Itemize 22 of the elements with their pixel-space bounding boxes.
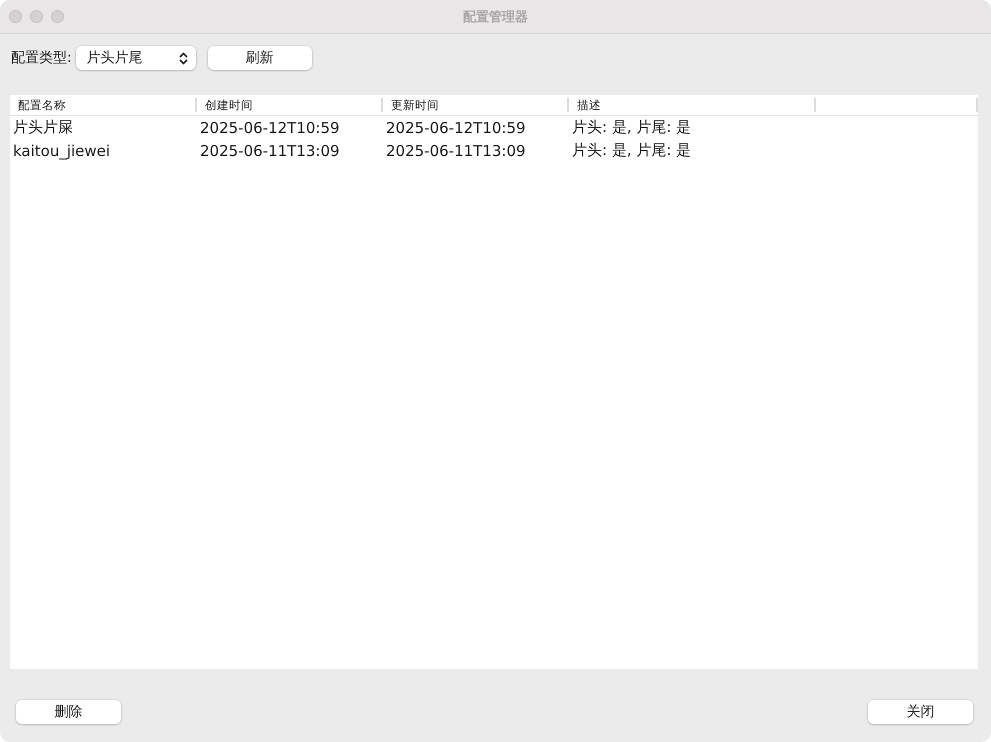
table-cell: 2025-06-12T10:59 (200, 118, 340, 136)
delete-button[interactable]: 删除 (16, 700, 121, 724)
column-header[interactable]: 创建时间 (197, 98, 383, 112)
column-header[interactable]: 配置名称 (10, 98, 197, 112)
window-title: 配置管理器 (463, 8, 528, 26)
table-cell: 片头: 是, 片尾: 是 (572, 118, 692, 136)
table-cell: 片头: 是, 片尾: 是 (572, 141, 692, 159)
column-header[interactable]: 描述 (569, 98, 816, 112)
table-cell: 2025-06-11T13:09 (200, 142, 340, 160)
close-button[interactable]: 关闭 (868, 700, 973, 724)
table-cell: kaitou_jiewei (13, 142, 110, 160)
type-label: 配置类型: (11, 49, 72, 67)
zoom-window-icon[interactable] (51, 10, 64, 23)
minimize-window-icon[interactable] (30, 10, 43, 23)
column-header[interactable]: 更新时间 (383, 98, 569, 112)
table-cell: 2025-06-12T10:59 (386, 118, 526, 136)
chevron-icon (178, 52, 188, 64)
type-select[interactable]: 片头片尾 (76, 46, 196, 70)
table-cell: 2025-06-11T13:09 (386, 142, 526, 160)
close-window-icon[interactable] (9, 10, 22, 23)
refresh-button[interactable]: 刷新 (208, 46, 312, 70)
table-cell: 片头片屎 (13, 118, 73, 136)
